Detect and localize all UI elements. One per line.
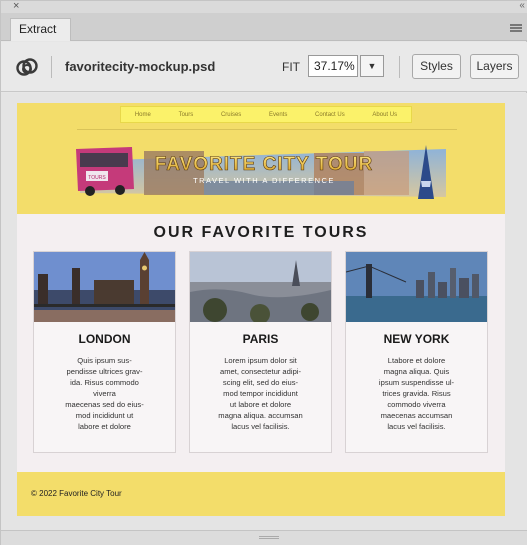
tour-card-paris[interactable]: PARIS Lorem ipsum dolor sit amet, consec… xyxy=(189,251,332,453)
panel-menu-icon[interactable] xyxy=(510,24,522,32)
layers-button[interactable]: Layers xyxy=(470,54,519,79)
bus-sign: TOURS xyxy=(88,175,106,181)
banner-image[interactable]: TOURS FAVORITE CITY TOUR TRAVEL WITH A D… xyxy=(74,141,452,203)
tab-extract[interactable]: Extract xyxy=(10,18,72,41)
toolbar-separator xyxy=(51,56,52,78)
tours-section: OUR FAVORITE TOURS LONDON Quis ipsum sus… xyxy=(17,214,505,472)
fit-label: FIT xyxy=(282,60,300,74)
banner-tagline: TRAVEL WITH A DIFFERENCE xyxy=(193,176,335,185)
nav-item-about[interactable]: About Us xyxy=(372,112,397,118)
card-text: Lorem ipsum dolor sit amet, consectetur … xyxy=(218,356,303,431)
panel-top-strip: × ‹‹ xyxy=(1,0,527,13)
new-york-image xyxy=(346,252,487,322)
mockup-nav[interactable]: Home Tours Cruises Events Contact Us Abo… xyxy=(120,106,412,123)
card-title: PARIS xyxy=(242,332,279,346)
tab-bar: Extract xyxy=(1,13,527,41)
file-name: favoritecity-mockup.psd xyxy=(65,59,216,74)
card-title: NEW YORK xyxy=(383,332,450,346)
paris-image xyxy=(190,252,331,322)
toolbar: favoritecity-mockup.psd FIT 37.17% ▼ Sty… xyxy=(1,42,527,92)
tour-card-new-york[interactable]: NEW YORK Ltabore et dolore magna aliqua.… xyxy=(345,251,488,453)
resize-grip-icon[interactable] xyxy=(259,536,279,539)
creative-cloud-icon[interactable] xyxy=(15,56,39,78)
nav-item-cruises[interactable]: Cruises xyxy=(221,112,241,118)
collapse-panel-icon[interactable]: ‹‹ xyxy=(519,0,525,12)
extract-panel: × ‹‹ Extract favoritecity-mockup.psd FIT… xyxy=(0,0,527,545)
nav-item-tours[interactable]: Tours xyxy=(179,112,194,118)
preview-canvas[interactable]: Home Tours Cruises Events Contact Us Abo… xyxy=(1,93,527,530)
close-icon[interactable]: × xyxy=(13,0,19,12)
mockup-page[interactable]: Home Tours Cruises Events Contact Us Abo… xyxy=(17,103,505,516)
tour-card-london[interactable]: LONDON Quis ipsum sus- pendisse ultrices… xyxy=(33,251,176,453)
mockup-footer: © 2022 Favorite City Tour xyxy=(31,489,122,498)
tours-heading: OUR FAVORITE TOURS xyxy=(153,224,369,241)
nav-item-contact[interactable]: Contact Us xyxy=(315,112,345,118)
toolbar-separator xyxy=(399,56,400,78)
zoom-dropdown-button[interactable]: ▼ xyxy=(360,55,384,77)
card-title: LONDON xyxy=(78,332,131,346)
nav-item-events[interactable]: Events xyxy=(269,112,287,118)
panel-bottom-bar xyxy=(1,530,527,545)
banner-title: FAVORITE CITY TOUR xyxy=(155,154,374,175)
styles-button[interactable]: Styles xyxy=(412,54,461,79)
card-text: Quis ipsum sus- pendisse ultrices grav- … xyxy=(65,356,144,431)
london-image xyxy=(34,252,175,322)
zoom-input[interactable]: 37.17% xyxy=(308,55,358,77)
nav-divider xyxy=(77,129,457,130)
nav-item-home[interactable]: Home xyxy=(135,112,151,118)
card-text: Ltabore et dolore magna aliqua. Quis ips… xyxy=(378,356,455,431)
